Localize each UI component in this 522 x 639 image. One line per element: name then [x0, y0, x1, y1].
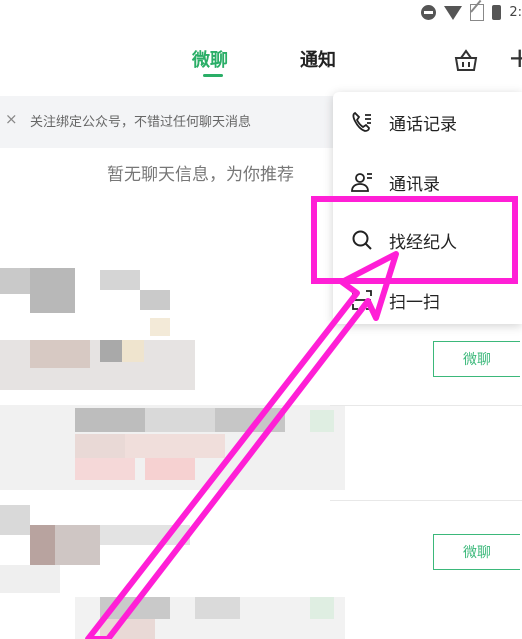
- active-tab-indicator: [203, 74, 223, 77]
- blurred-avatar: [30, 525, 55, 565]
- tab-notifications[interactable]: 通知: [300, 46, 336, 72]
- blurred-text: [125, 434, 225, 458]
- blurred-text: [0, 565, 60, 593]
- do-not-disturb-icon: [421, 5, 437, 20]
- phone-call-log-icon: [352, 111, 371, 132]
- banner-text[interactable]: 关注绑定公众号，不错过任何聊天消息: [30, 111, 251, 130]
- blurred-text: [122, 340, 144, 362]
- blurred-text: [75, 434, 125, 458]
- wifi-icon: [444, 5, 463, 20]
- menu-item-label: 通讯录: [389, 174, 440, 195]
- menu-item-label: 扫一扫: [389, 292, 440, 313]
- contacts-icon: [351, 173, 372, 192]
- top-tab-bar: 微聊 通知: [0, 42, 522, 82]
- chat-button[interactable]: 微聊: [433, 341, 520, 377]
- menu-item-contacts[interactable]: 通讯录: [333, 154, 522, 210]
- blurred-text: [100, 619, 155, 639]
- blurred-text: [100, 340, 122, 362]
- menu-item-scan[interactable]: 扫一扫: [333, 272, 522, 328]
- blurred-text: [145, 458, 195, 480]
- menu-item-label: 通话记录: [389, 114, 457, 135]
- tab-chat[interactable]: 微聊: [192, 46, 228, 72]
- status-bar: 2:: [0, 0, 522, 30]
- blurred-text: [75, 458, 135, 480]
- empty-state-text: 暂无聊天信息，为你推荐: [107, 165, 294, 185]
- status-icons: 2:: [421, 4, 522, 21]
- blurred-text: [195, 597, 240, 619]
- scan-icon: [352, 290, 372, 310]
- blurred-text: [100, 597, 170, 619]
- add-menu-icon[interactable]: +: [508, 44, 522, 72]
- blurred-text: [150, 318, 170, 336]
- menu-item-label: 找经纪人: [389, 232, 457, 253]
- blurred-text: [100, 525, 190, 545]
- blurred-text: [145, 408, 215, 432]
- menu-item-find-agent[interactable]: 找经纪人: [333, 212, 522, 268]
- blurred-text: [215, 408, 285, 432]
- chat-button[interactable]: 微聊: [433, 534, 520, 570]
- blurred-text: [30, 340, 90, 368]
- basket-icon[interactable]: [453, 48, 479, 72]
- blurred-text: [100, 270, 140, 290]
- menu-item-call-log[interactable]: 通话记录: [333, 94, 522, 150]
- battery-icon: [492, 5, 502, 20]
- blurred-avatar: [0, 505, 30, 535]
- add-dropdown-menu: 通话记录 通讯录 找经纪人 扫一扫: [333, 92, 522, 324]
- blurred-text: [310, 410, 334, 432]
- list-divider: [330, 405, 522, 406]
- banner-close-button[interactable]: ×: [5, 110, 18, 128]
- no-sim-icon: [470, 4, 485, 21]
- blurred-avatar: [30, 268, 75, 313]
- status-time: 2:: [509, 5, 522, 20]
- blurred-text: [140, 290, 170, 310]
- list-divider: [330, 500, 522, 501]
- blurred-text: [75, 408, 145, 432]
- blurred-text: [310, 597, 334, 619]
- search-icon: [352, 230, 372, 250]
- blurred-avatar: [55, 525, 100, 565]
